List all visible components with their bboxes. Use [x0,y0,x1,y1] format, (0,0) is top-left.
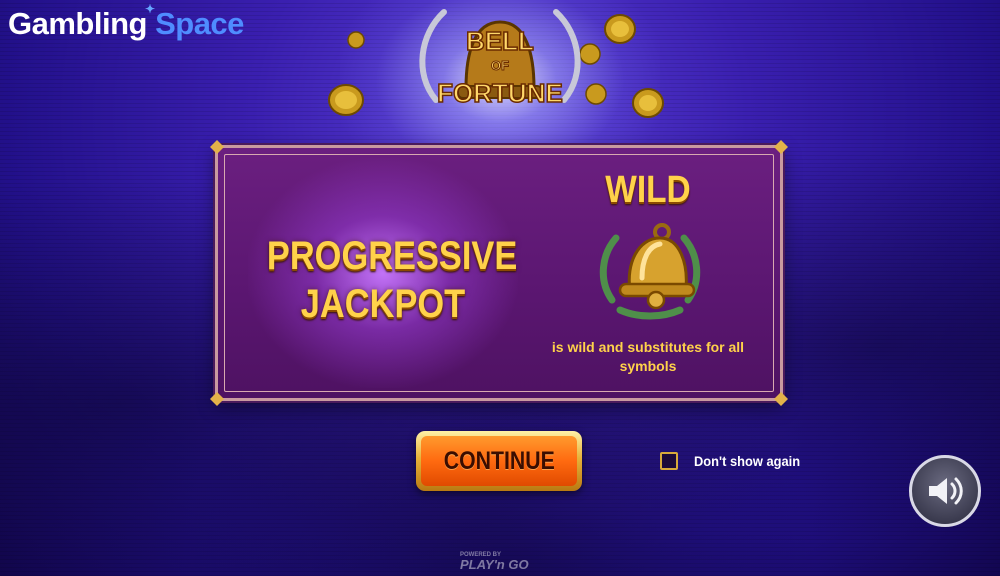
intro-panel: PROGRESSIVE JACKPOT WILD is wild and sub… [210,140,788,406]
continue-label: CONTINUE [443,446,555,475]
brand-name-part1: Gambling [8,6,147,41]
coin-icon [632,88,664,118]
dont-show-again-checkbox[interactable] [660,452,678,470]
bell-icon [599,223,701,320]
logo-line1: BELL [466,26,534,56]
brand-name-part2: Space [155,6,244,41]
game-logo-art: BELL OF FORTUNE [419,9,581,109]
continue-button[interactable]: CONTINUE [416,431,582,491]
sparkle-icon: ✦ [145,2,155,16]
progressive-jackpot-heading: PROGRESSIVE JACKPOT [266,232,518,328]
brand-logo: Gambling Space ✦ [8,2,244,42]
corner-ornament-icon [774,140,788,154]
feature-line2: JACKPOT [300,282,466,326]
logo-line3: FORTUNE [437,78,563,108]
corner-ornament-icon [210,140,224,154]
provider-logo: POWERED BY PLAY'n GO [460,552,529,572]
wild-description: is wild and substitutes for all symbols [551,339,745,374]
sound-toggle-button[interactable] [909,455,981,527]
feature-line1: PROGRESSIVE [266,234,518,278]
corner-ornament-icon [774,392,788,406]
speaker-icon [929,477,963,505]
coin-icon [604,14,636,44]
coin-icon [328,84,364,116]
provider-name: PLAY'n GO [460,557,529,572]
game-logo: BELL OF FORTUNE [408,4,592,122]
logo-line2: OF [491,58,509,73]
corner-ornament-icon [210,392,224,406]
dont-show-again-label: Don't show again [694,453,801,469]
dont-show-again-toggle[interactable]: Don't show again [660,452,809,470]
coin-icon [347,31,365,49]
wild-title: WILD [605,169,691,211]
continue-button-face[interactable]: CONTINUE [421,436,577,486]
